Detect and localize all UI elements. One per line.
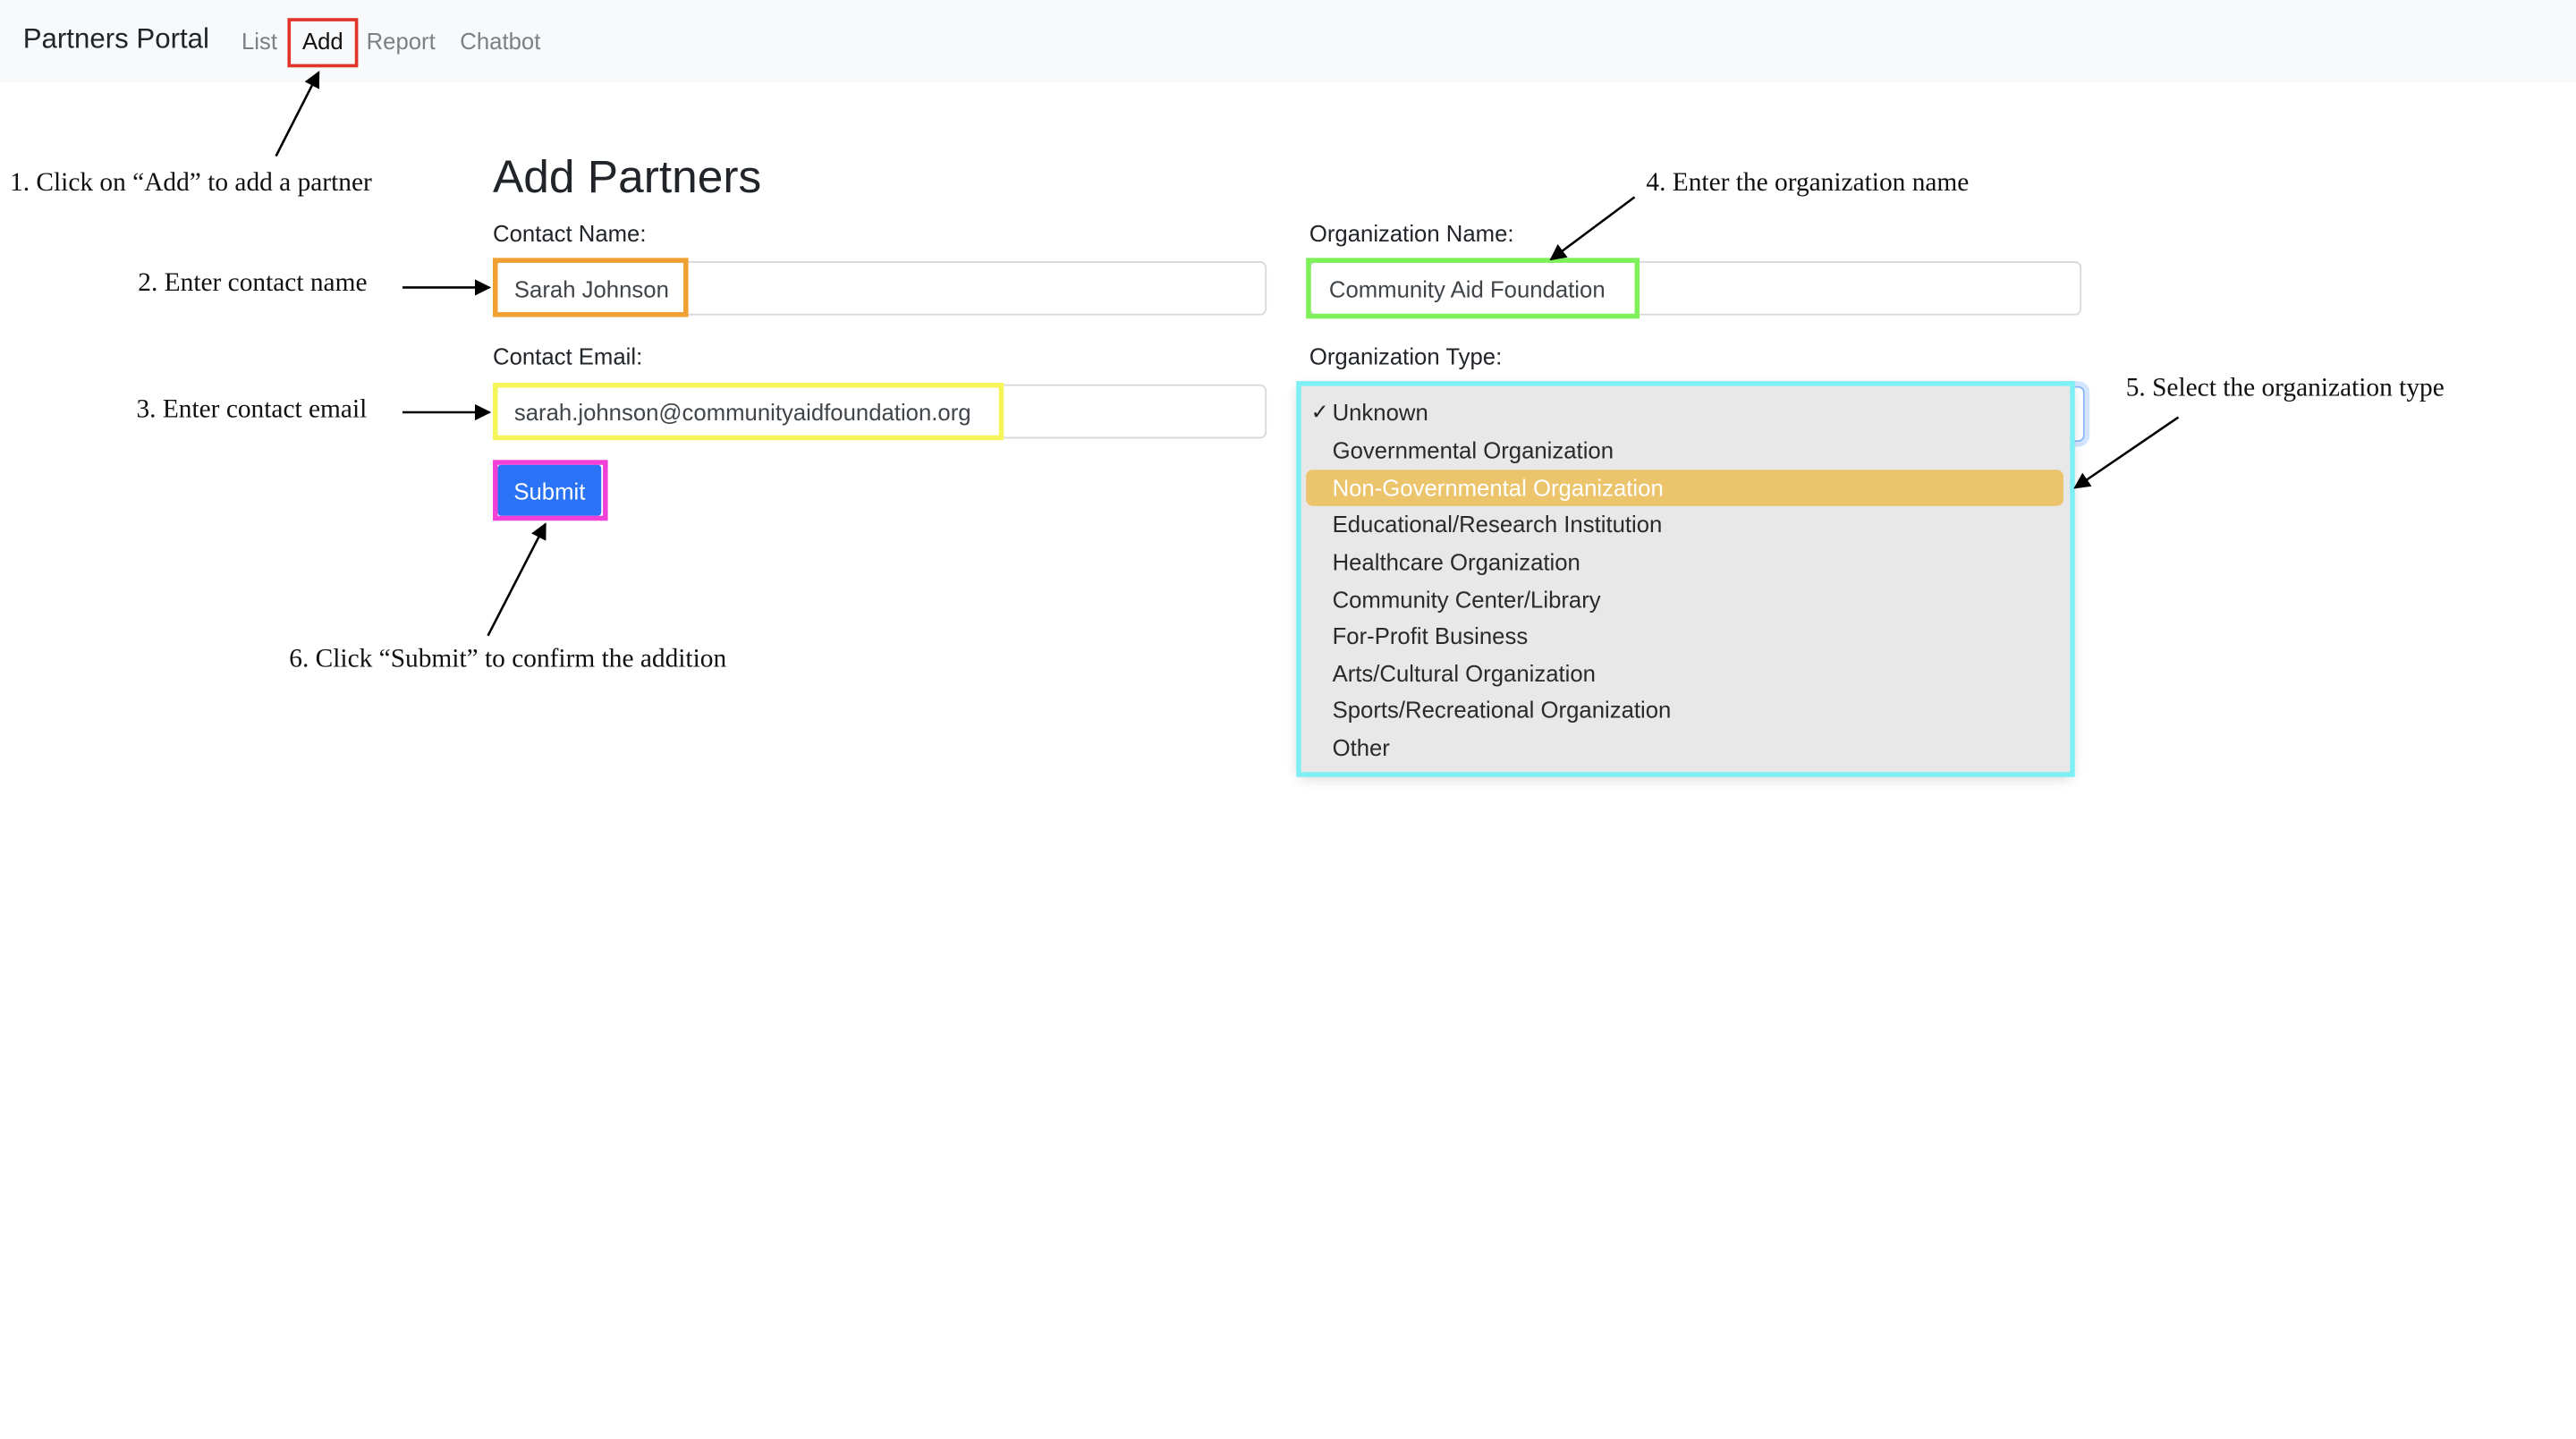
- step1-arrow: [275, 71, 320, 157]
- annotation-arrows: [275, 71, 2180, 637]
- step4-arrow: [1549, 196, 1636, 261]
- step6-arrow: [487, 522, 547, 637]
- step5-arrow: [2073, 416, 2180, 489]
- page: Partners Portal List Add Report Chatbot …: [0, 0, 2576, 1439]
